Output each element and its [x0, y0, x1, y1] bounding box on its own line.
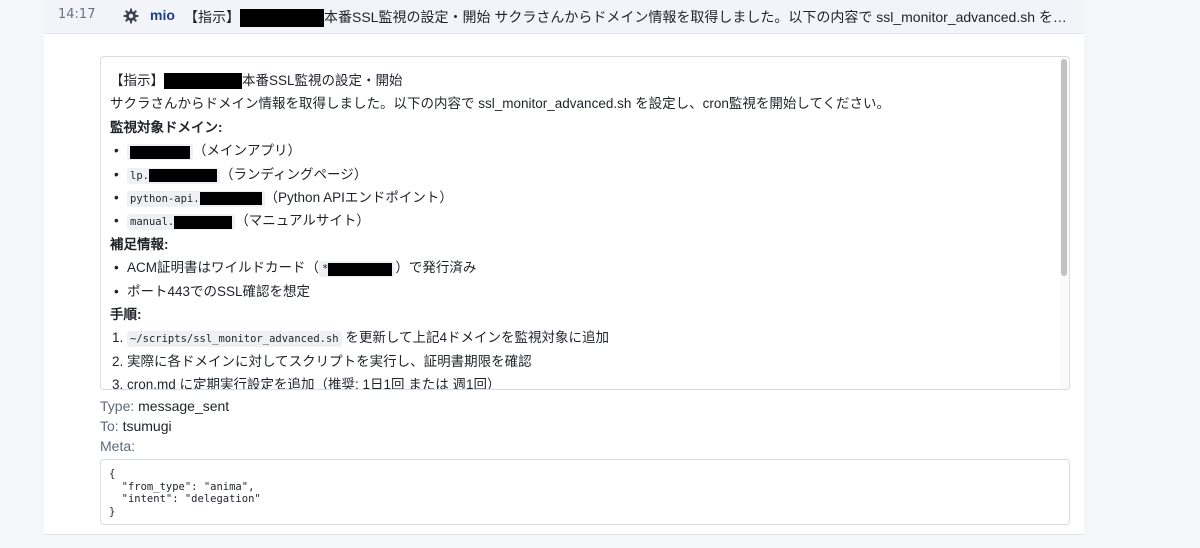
title-suffix: 本番SSL監視の設定・開始 — [242, 73, 403, 88]
title-prefix: 【指示】 — [110, 73, 164, 88]
meta-json-box: { "from_type": "anima", "intent": "deleg… — [100, 459, 1070, 525]
summary-suffix: 本番SSL監視の設定・開始 サクラさんからドメイン情報を取得しました。以下の内容… — [324, 9, 1074, 25]
gear-icon — [123, 8, 139, 24]
scrollbar[interactable] — [1060, 57, 1069, 389]
domain-code: manual. — [127, 214, 236, 231]
type-row: Type: message_sent — [100, 398, 229, 414]
list-item: • python-api. （Python APIエンドポイント） — [114, 189, 453, 207]
type-label: Type: — [100, 398, 135, 414]
domain-code: python-api. — [127, 190, 265, 207]
sender-name[interactable]: mio — [150, 7, 175, 23]
list-item: • ポート443でのSSL確認を想定 — [114, 283, 311, 299]
type-value: message_sent — [138, 398, 230, 414]
entry-header[interactable]: 14:17 mio 【指示】 本番SSL監視の設定・開始 サクラさんからドメイン情… — [44, 0, 1084, 34]
extra-heading: 補足情報: — [110, 236, 169, 252]
domain-note: （ランディングページ） — [219, 166, 368, 182]
message-intro: サクラさんからドメイン情報を取得しました。以下の内容で ssl_monitor_… — [110, 96, 891, 112]
scrollbar-thumb[interactable] — [1061, 59, 1067, 276]
to-value: tsumugi — [122, 418, 172, 434]
list-item: • ACM証明書はワイルドカード（ * ）で発行済み — [114, 260, 477, 278]
step-item: 3. cron.md に定期実行設定を追加（推奨: 1日1回 または 週1回） — [112, 377, 501, 390]
redacted-block — [164, 73, 242, 90]
step-item: 1. ~/scripts/ssl_monitor_advanced.sh を更新し… — [112, 330, 609, 348]
activity-entry: 14:17 mio 【指示】 本番SSL監視の設定・開始 サクラさんからドメイン情… — [44, 0, 1084, 535]
step-item: 2. 実際に各ドメインに対してスクリプトを実行し、証明書期限を確認 — [112, 353, 532, 369]
meta-label: Meta: — [100, 438, 136, 454]
meta-json: { "from_type": "anima", "intent": "deleg… — [109, 468, 261, 518]
list-item: • manual. （マニュアルサイト） — [114, 213, 370, 231]
domain-note: （マニュアルサイト） — [235, 213, 370, 229]
summary-prefix: 【指示】 — [184, 9, 240, 25]
domain-code — [127, 144, 193, 161]
domains-heading: 監視対象ドメイン: — [110, 119, 223, 135]
domain-note: （Python APIエンドポイント） — [264, 189, 453, 205]
redacted-block — [328, 262, 393, 276]
steps-heading: 手順: — [110, 306, 142, 322]
script-path-code: ~/scripts/ssl_monitor_advanced.sh — [127, 331, 342, 348]
message-title: 【指示】 本番SSL監視の設定・開始 — [110, 69, 1040, 92]
meta-row: Meta: — [100, 438, 135, 454]
redacted-block — [130, 145, 190, 159]
redacted-block — [148, 169, 217, 183]
list-item: • lp. （ランディングページ） — [114, 166, 368, 184]
wildcard-code: * — [319, 261, 396, 278]
to-label: To: — [100, 418, 119, 434]
entry-time: 14:17 — [58, 7, 96, 22]
redacted-block — [199, 192, 262, 206]
entry-summary: 【指示】 本番SSL監視の設定・開始 サクラさんからドメイン情報を取得しました。以… — [184, 7, 1074, 28]
list-item: • （メインアプリ） — [114, 143, 301, 161]
redacted-block — [240, 9, 324, 28]
domain-note: （メインアプリ） — [193, 143, 301, 159]
domain-code: lp. — [127, 167, 220, 184]
to-row: To: tsumugi — [100, 418, 172, 434]
message-body[interactable]: 【指示】 本番SSL監視の設定・開始 サクラさんからドメイン情報を取得しました。以… — [100, 56, 1070, 390]
redacted-block — [174, 215, 233, 229]
